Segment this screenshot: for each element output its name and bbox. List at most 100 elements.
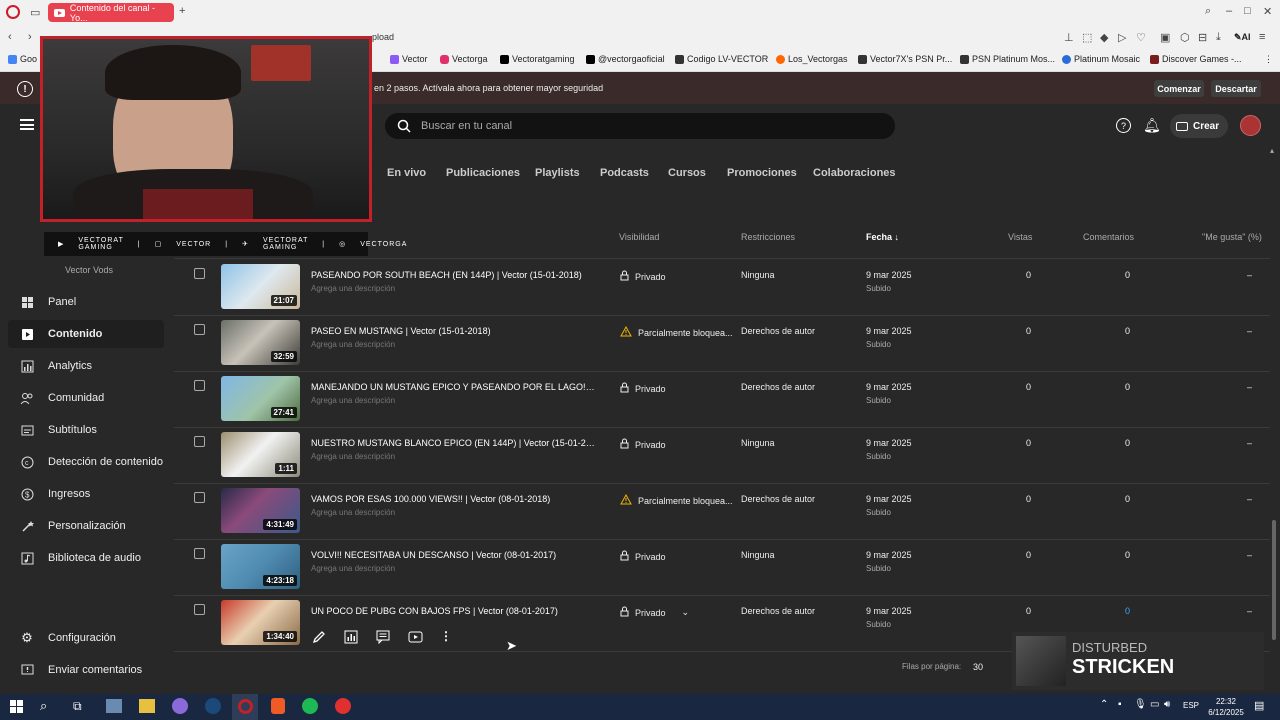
windows-start-icon[interactable] xyxy=(10,700,23,713)
comments-cell[interactable]: 0 xyxy=(1125,438,1130,448)
sidebar-item-community[interactable]: Comunidad xyxy=(8,384,164,412)
back-icon[interactable]: ‹ xyxy=(8,31,12,43)
steam-icon[interactable] xyxy=(205,698,221,714)
ai-button[interactable]: ✎AI xyxy=(1234,32,1251,43)
screenshot-icon[interactable]: ⬚ xyxy=(1082,31,1092,44)
extensions-icon[interactable]: ⬡ xyxy=(1180,31,1190,44)
visibility-cell[interactable]: Parcialmente bloquea... xyxy=(620,493,733,507)
url-fragment[interactable]: pload xyxy=(372,32,394,42)
obs-icon[interactable] xyxy=(335,698,351,714)
snapshot-icon[interactable]: ⊟ xyxy=(1198,31,1207,44)
bookmark-item[interactable]: Goo xyxy=(8,54,37,64)
bookmark-item[interactable]: Platinum Mosaic xyxy=(1062,54,1140,64)
row-checkbox[interactable] xyxy=(194,380,205,391)
tab-posts[interactable]: Publicaciones xyxy=(446,167,520,179)
video-thumbnail[interactable]: 4:23:18 xyxy=(221,544,300,589)
visibility-cell[interactable]: Privado xyxy=(620,270,666,283)
video-title[interactable]: UN POCO DE PUBG CON BAJOS FPS | Vector (… xyxy=(311,606,596,616)
volume-icon[interactable]: 🔊︎ xyxy=(1164,699,1170,710)
sidebar-item-analytics[interactable]: Analytics xyxy=(8,352,164,380)
sidebar-item-earnings[interactable]: $ Ingresos xyxy=(8,480,164,508)
bookmark-item[interactable]: Codigo LV-VECTOR xyxy=(675,54,768,64)
help-icon[interactable]: ? xyxy=(1116,118,1131,133)
sidebar-item-subtitles[interactable]: Subtítulos xyxy=(8,416,164,444)
bookmark-item[interactable]: Los_Vectorgas xyxy=(776,54,848,64)
table-row[interactable]: 4:23:18 VOLVI!! NECESITABA UN DESCANSO |… xyxy=(174,540,1270,596)
search-input[interactable]: Buscar en tu canal xyxy=(385,113,895,139)
scroll-up-icon[interactable]: ▴ xyxy=(1270,146,1274,155)
row-checkbox[interactable] xyxy=(194,324,205,335)
tab-live[interactable]: En vivo xyxy=(387,167,426,179)
search-icon[interactable]: ⌕ xyxy=(40,698,47,714)
comments-cell[interactable]: 0 xyxy=(1125,550,1130,560)
visibility-cell[interactable]: Parcialmente bloquea... xyxy=(620,325,733,339)
row-checkbox[interactable] xyxy=(194,548,205,559)
row-checkbox[interactable] xyxy=(194,492,205,503)
visibility-cell[interactable]: Privado xyxy=(620,382,666,395)
tab-podcasts[interactable]: Podcasts xyxy=(600,167,649,179)
heart-icon[interactable]: ♡ xyxy=(1136,31,1146,44)
video-description[interactable]: Agrega una descripción xyxy=(311,508,395,517)
brave-icon[interactable] xyxy=(271,698,285,714)
forward-icon[interactable]: › xyxy=(28,31,32,43)
sidebar-item-audio-library[interactable]: Biblioteca de audio xyxy=(8,544,164,572)
dismiss-button[interactable]: Descartar xyxy=(1211,80,1261,97)
rows-per-page-select[interactable]: 30 xyxy=(973,662,983,672)
sidebar-item-customization[interactable]: Personalización xyxy=(8,512,164,540)
edit-icon[interactable] xyxy=(312,630,328,644)
maximize-icon[interactable]: □ xyxy=(1244,5,1251,17)
analytics-icon[interactable] xyxy=(344,630,360,644)
bookmark-item[interactable]: Vectorga xyxy=(440,54,488,64)
video-description[interactable]: Agrega una descripción xyxy=(311,564,395,573)
video-description[interactable]: Agrega una descripción xyxy=(311,396,395,405)
table-row[interactable]: 1:11 NUESTRO MUSTANG BLANCO EPICO (EN 14… xyxy=(174,428,1270,484)
tab-collaborations[interactable]: Colaboraciones xyxy=(813,167,896,179)
scrollbar[interactable] xyxy=(1272,520,1276,640)
sidebar-item-content-detection[interactable]: c Detección de contenido xyxy=(8,448,164,476)
app-icon[interactable] xyxy=(106,699,122,713)
tab-list-icon[interactable]: ▭ xyxy=(30,6,40,19)
row-checkbox[interactable] xyxy=(194,604,205,615)
table-row[interactable]: 32:59 PASEO EN MUSTANG | Vector (15-01-2… xyxy=(174,316,1270,372)
task-view-icon[interactable]: ⧉ xyxy=(73,699,82,714)
create-button[interactable]: Crear xyxy=(1170,114,1228,138)
header-likes[interactable]: "Me gusta" (%) xyxy=(1202,232,1262,242)
chevron-down-icon[interactable]: ⌄ xyxy=(682,607,690,618)
video-thumbnail[interactable]: 1:34:40 xyxy=(221,600,300,645)
video-thumbnail[interactable]: 27:41 xyxy=(221,376,300,421)
avatar[interactable] xyxy=(1240,115,1261,136)
pin-icon[interactable]: ⊥ xyxy=(1064,31,1074,44)
youtube-play-icon[interactable] xyxy=(408,630,424,644)
more-options-icon[interactable]: ⋮ xyxy=(440,630,456,644)
close-icon[interactable]: ✕ xyxy=(1263,5,1272,18)
spotify-icon[interactable] xyxy=(302,698,318,714)
video-thumbnail[interactable]: 32:59 xyxy=(221,320,300,365)
microphone-icon[interactable]: 🎙︎ xyxy=(1134,699,1147,710)
row-checkbox[interactable] xyxy=(194,268,205,279)
comments-cell[interactable]: 0 xyxy=(1125,606,1130,616)
video-title[interactable]: NUESTRO MUSTANG BLANCO EPICO (EN 144P) |… xyxy=(311,438,596,448)
video-description[interactable]: Agrega una descripción xyxy=(311,452,395,461)
video-description[interactable]: Agrega una descripción xyxy=(311,340,395,349)
tab-courses[interactable]: Cursos xyxy=(668,167,706,179)
header-restrictions[interactable]: Restricciones xyxy=(741,232,795,242)
discord-icon[interactable] xyxy=(172,698,188,714)
header-date[interactable]: Fecha ↓ xyxy=(866,232,899,242)
tray-chevron-icon[interactable]: ⌃ xyxy=(1100,699,1108,710)
visibility-cell[interactable]: Privado xyxy=(620,438,666,451)
download-icon[interactable]: ⤓ xyxy=(1216,31,1221,44)
visibility-cell[interactable]: Privado ⌄ xyxy=(620,606,689,619)
start-button[interactable]: Comenzar xyxy=(1154,80,1204,97)
video-title[interactable]: PASEANDO POR SOUTH BEACH (EN 144P) | Vec… xyxy=(311,270,596,280)
comments-cell[interactable]: 0 xyxy=(1125,270,1130,280)
search-tabs-icon[interactable]: ⌕ xyxy=(1205,5,1211,18)
tab-promotions[interactable]: Promociones xyxy=(727,167,797,179)
header-comments[interactable]: Comentarios xyxy=(1083,232,1134,242)
header-visibility[interactable]: Visibilidad xyxy=(619,232,659,242)
bookmark-item[interactable]: @vectorgaoficial xyxy=(586,54,665,64)
video-thumbnail[interactable]: 21:07 xyxy=(221,264,300,309)
comments-cell[interactable]: 0 xyxy=(1125,382,1130,392)
notifications-icon[interactable]: 🔔︎ xyxy=(1143,117,1161,134)
visibility-cell[interactable]: Privado xyxy=(620,550,666,563)
bookmark-item[interactable]: Vector xyxy=(390,54,428,64)
